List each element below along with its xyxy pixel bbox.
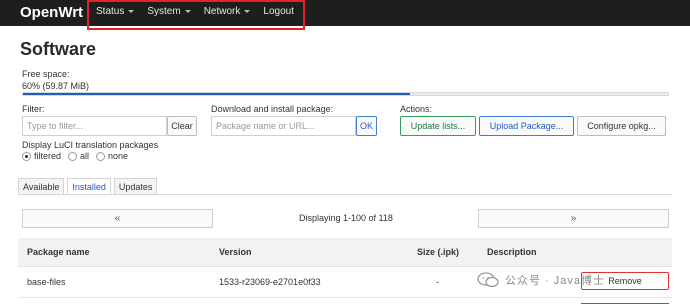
ok-button[interactable]: OK <box>356 116 377 136</box>
row-divider-2 <box>18 297 672 298</box>
pager-status: Displaying 1-100 of 118 <box>299 213 393 223</box>
radio-all-dot[interactable] <box>68 151 78 161</box>
tab-available[interactable]: Available <box>18 178 65 195</box>
tabs-divider <box>18 194 672 195</box>
radio-none-label: none <box>108 151 129 161</box>
translation-radio-group: filtered all none <box>22 151 128 161</box>
radio-none[interactable]: none <box>96 151 128 161</box>
update-lists-button[interactable]: Update lists... <box>400 116 476 136</box>
configure-opkg-button[interactable]: Configure opkg... <box>577 116 666 136</box>
nav-highlight-box <box>87 0 305 30</box>
free-space-value: 60% (59.87 MiB) <box>22 81 90 91</box>
next-page-button[interactable]: » <box>478 209 669 228</box>
cell-package-name: base-files <box>27 277 66 287</box>
radio-none-dot[interactable] <box>96 151 106 161</box>
filter-label: Filter: <box>22 104 45 114</box>
row-divider <box>18 266 672 267</box>
tab-installed[interactable]: Installed <box>67 178 111 195</box>
package-tabs: Available Installed Updates <box>18 178 158 195</box>
col-description: Description <box>487 247 537 257</box>
free-space-bar <box>22 92 669 96</box>
cell-size: - <box>436 277 439 287</box>
watermark-text: 公众号 · Java博士 <box>505 275 606 287</box>
watermark: 公众号 · Java博士 <box>477 272 605 288</box>
radio-filtered[interactable]: filtered <box>22 151 61 161</box>
radio-all[interactable]: all <box>68 151 89 161</box>
free-space-label: Free space: <box>22 69 70 79</box>
tab-updates[interactable]: Updates <box>113 178 158 195</box>
table-header <box>18 238 672 266</box>
filter-input[interactable] <box>22 116 167 136</box>
wechat-icon <box>477 272 499 288</box>
page-title: Software <box>20 39 97 59</box>
brand-logo[interactable]: OpenWrt <box>20 4 83 21</box>
free-space-bar-fill <box>23 93 410 95</box>
col-version: Version <box>219 247 252 257</box>
radio-all-label: all <box>80 151 90 161</box>
package-url-input[interactable] <box>211 116 356 136</box>
col-package-name: Package name <box>27 247 90 257</box>
next-remove-button-edge <box>581 303 669 307</box>
cell-version: 1533-r23069-e2701e0f33 <box>219 277 321 287</box>
actions-label: Actions: <box>400 104 433 114</box>
radio-filtered-label: filtered <box>34 151 62 161</box>
prev-page-button[interactable]: « <box>22 209 213 228</box>
col-size: Size (.ipk) <box>417 247 460 257</box>
download-label: Download and install package: <box>211 104 334 114</box>
translation-label: Display LuCI translation packages <box>22 140 159 150</box>
radio-filtered-dot[interactable] <box>22 151 31 161</box>
clear-button[interactable]: Clear <box>167 116 197 136</box>
upload-package-button[interactable]: Upload Package... <box>479 116 574 136</box>
